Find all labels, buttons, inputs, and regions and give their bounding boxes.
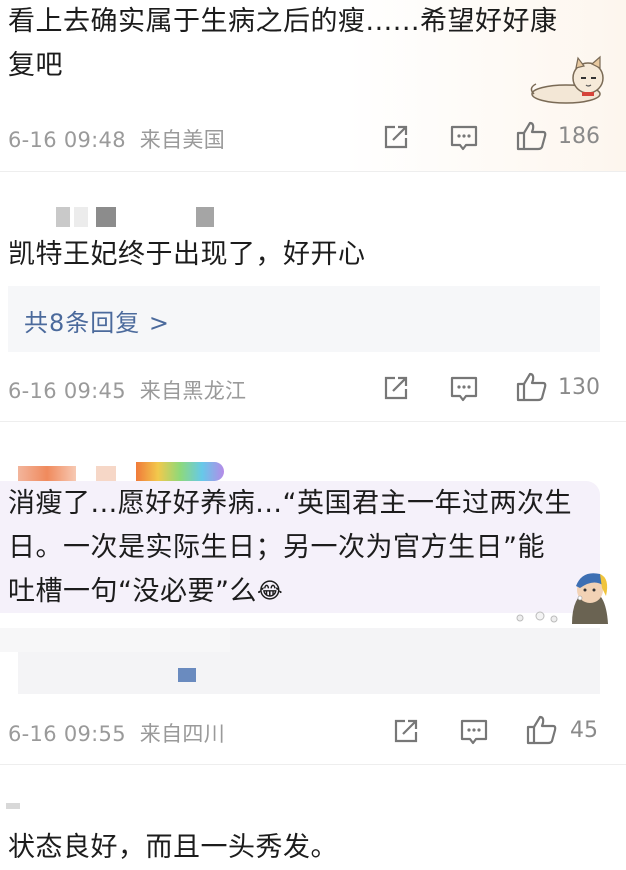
user-badge — [196, 207, 214, 227]
username — [74, 207, 88, 227]
comment-meta: 6-16 09:48 来自美国 — [8, 128, 226, 152]
comment-icon[interactable] — [459, 718, 489, 746]
comment-text: 状态良好，而且一头秀发。 — [8, 832, 338, 863]
comment-text-line: 看上去确实属于生病之后的瘦......希望好好康 — [8, 6, 558, 37]
thumbs-up-icon[interactable] — [515, 371, 549, 403]
comment-meta: 6-16 09:55 来自四川 — [8, 722, 226, 746]
avatar — [6, 803, 20, 809]
comment-icon[interactable] — [449, 124, 479, 152]
share-icon[interactable] — [392, 717, 420, 745]
laugh-cry-emoji-icon: 😂 — [256, 579, 284, 604]
comment-text-line: 消瘦了...愿好好养病...“英国君主一年过两次生 — [8, 488, 572, 519]
comment-text-line: 日。一次是实际生日；另一次为官方生日”能 — [8, 532, 545, 563]
comment-text-fragment: 吐槽一句“没必要”么 — [8, 576, 257, 607]
like-count: 45 — [570, 718, 598, 743]
comment-icon[interactable] — [449, 375, 479, 403]
user-badge — [136, 462, 224, 481]
share-icon[interactable] — [382, 123, 410, 151]
username — [178, 668, 196, 682]
like-count: 186 — [558, 124, 600, 149]
cat-sticker-icon — [526, 54, 616, 106]
divider — [0, 764, 626, 765]
comment-text-line: 复吧 — [8, 50, 63, 81]
thumbs-up-icon[interactable] — [515, 120, 549, 152]
comment-text: 凯特王妃终于出现了，好开心 — [8, 239, 366, 270]
share-icon[interactable] — [382, 374, 410, 402]
avatar — [56, 207, 70, 227]
avatar — [18, 466, 76, 481]
view-replies-link[interactable]: 共8条回复 > — [24, 303, 170, 338]
divider — [0, 171, 626, 172]
quoted-reply-box-top — [0, 628, 230, 652]
like-count: 130 — [558, 375, 600, 400]
comment-text-line: 吐槽一句“没必要”么😂 — [8, 570, 283, 614]
username — [96, 466, 116, 481]
girl-with-pearl-sticker-icon — [510, 566, 616, 626]
comment-meta: 6-16 09:45 来自黑龙江 — [8, 379, 247, 403]
divider — [0, 421, 626, 422]
username — [96, 207, 116, 227]
thumbs-up-icon[interactable] — [525, 714, 559, 746]
